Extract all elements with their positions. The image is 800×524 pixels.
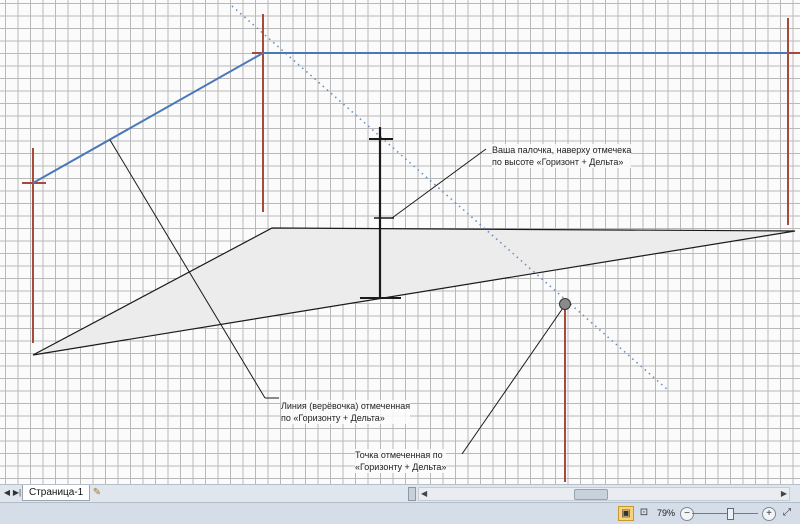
pan-window-icon[interactable]: ⤢ [780,506,794,519]
fit-page-icon[interactable]: ▣ [618,506,634,521]
leader-point [461,304,566,455]
status-bar: ▣ ⊡ 79% − + ⤢ [0,502,800,524]
tab-page-1[interactable]: Страница-1 [22,485,91,501]
insert-page-icon[interactable]: ✎ [90,486,104,499]
dotted-guide-line [231,5,669,391]
scroll-thumb[interactable] [574,489,608,500]
scroll-right-icon[interactable]: ▶ [781,488,787,500]
zoom-in-icon[interactable]: + [762,507,776,521]
zoom-slider-thumb[interactable] [727,508,734,520]
zoom-slider[interactable] [692,513,758,514]
horizontal-scrollbar[interactable]: ◀ ▶ [418,487,790,501]
annotation-stick: Ваша палочка, наверху отмечека по высоте… [492,144,632,168]
annotation-stick-line-1: Ваша палочка, наверху отмечека [492,145,632,155]
string-left [32,52,264,184]
annotation-point-line-1: Точка отмеченная по [355,450,443,460]
zoom-level[interactable]: 79% [657,506,675,520]
annotation-rope-line-2: по «Горизонту + Дельта» [281,413,385,423]
annotation-point-line-2: «Горизонту + Дельта» [355,462,447,472]
prev-page-icon[interactable]: ▶| [12,487,22,499]
annotation-point: Точка отмеченная по «Горизонту + Дельта» [355,449,447,473]
annotation-stick-line-2: по высоте «Горизонт + Дельта» [492,157,624,167]
zoom-out-icon[interactable]: − [680,507,694,521]
scroll-left-icon[interactable]: ◀ [421,488,427,500]
first-page-icon[interactable]: ◀ [2,487,12,499]
ground-surface [32,227,796,356]
marked-point [559,298,571,310]
tab-splitter[interactable] [408,487,416,501]
annotation-rope-line-1: Линия (верёвочка) отмеченная [281,401,411,411]
annotation-rope: Линия (верёвочка) отмеченная по «Горизон… [281,400,411,424]
page-tab-bar: ◀ ▶| Страница-1 ✎ ◀ ▶ [0,484,800,502]
drawing-canvas[interactable]: Ваша палочка, наверху отмечека по высоте… [0,0,800,484]
full-screen-icon[interactable]: ⊡ [637,506,651,519]
